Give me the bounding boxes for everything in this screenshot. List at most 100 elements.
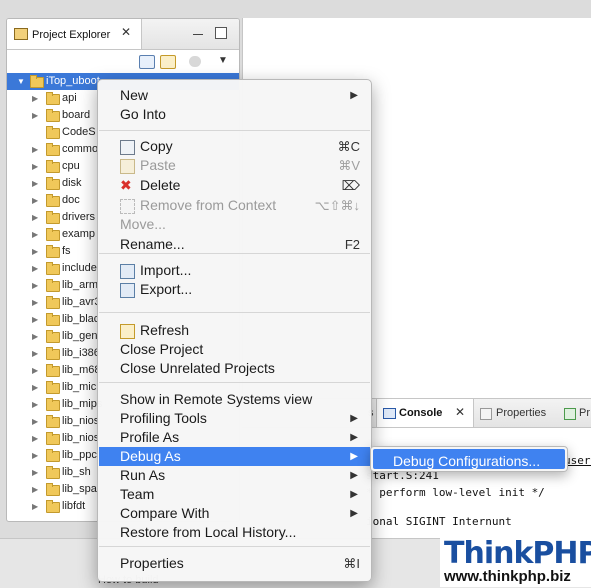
menu-item-label: Paste: [140, 157, 176, 173]
folder-icon: [46, 109, 60, 122]
menu-item-export[interactable]: Export...: [99, 280, 370, 299]
menu-item-label: Restore from Local History...: [120, 524, 297, 540]
tab-console[interactable]: Console ✕: [376, 399, 474, 427]
menu-item-compare-with[interactable]: Compare With ▶: [99, 504, 370, 523]
expand-arrow-icon[interactable]: ▶: [32, 294, 38, 311]
tab-project-explorer[interactable]: Project Explorer ✕: [7, 19, 142, 49]
expand-arrow-icon[interactable]: ▶: [32, 260, 38, 277]
menu-item-close-project[interactable]: Close Project: [99, 340, 370, 359]
tree-item-label: CodeS: [62, 126, 96, 138]
menu-item-restore-from-local-history[interactable]: Restore from Local History...: [99, 523, 370, 542]
menu-item-move[interactable]: Move...: [99, 215, 370, 234]
expand-arrow-icon[interactable]: ▶: [32, 481, 38, 498]
expand-arrow-icon[interactable]: ▶: [32, 90, 38, 107]
filter-icon[interactable]: [189, 56, 201, 67]
expand-arrow-icon[interactable]: ▶: [32, 447, 38, 464]
tree-item-label: api: [62, 92, 77, 104]
expand-arrow-icon[interactable]: ▶: [32, 209, 38, 226]
menu-item-label: Profile As: [120, 429, 180, 445]
close-icon[interactable]: ✕: [455, 405, 465, 419]
expand-arrow-icon[interactable]: ▶: [32, 430, 38, 447]
submenu-arrow-icon: ▶: [350, 508, 358, 519]
folder-icon: [46, 279, 60, 292]
folder-icon: [46, 483, 60, 496]
expand-arrow-icon[interactable]: ▶: [32, 175, 38, 192]
link-with-editor-icon[interactable]: [160, 55, 176, 69]
folder-icon: [46, 262, 60, 275]
menu-item-copy[interactable]: Copy ⌘C: [99, 137, 370, 156]
submenu-arrow-icon: ▶: [350, 432, 358, 443]
view-menu-icon[interactable]: ▼: [218, 55, 228, 66]
submenu-arrow-icon: ▶: [350, 489, 358, 500]
menu-item-debug-as[interactable]: Debug As ▶: [99, 447, 370, 466]
menu-item-label: Export...: [140, 281, 193, 297]
thinkphp-watermark: ThinkPHP www.thinkphp.biz: [440, 534, 591, 587]
expand-arrow-icon[interactable]: ▶: [32, 277, 38, 294]
console-icon: [383, 408, 396, 419]
menu-item-show-in-remote-systems-view[interactable]: Show in Remote Systems view: [99, 390, 370, 409]
submenu-arrow-icon: ▶: [350, 90, 358, 101]
tree-item-label: lib_gen: [62, 330, 98, 342]
tree-item-label: lib_nios: [62, 415, 100, 427]
expand-arrow-icon[interactable]: ▶: [32, 311, 38, 328]
menu-item-refresh[interactable]: Refresh: [99, 321, 370, 340]
expand-arrow-icon[interactable]: ▶: [32, 362, 38, 379]
expand-arrow-icon[interactable]: ▶: [32, 158, 38, 175]
folder-icon: [46, 466, 60, 479]
menu-item-import[interactable]: Import...: [99, 261, 370, 280]
expand-arrow-icon[interactable]: ▶: [32, 107, 38, 124]
menu-item-run-as[interactable]: Run As ▶: [99, 466, 370, 485]
folder-icon: [46, 415, 60, 428]
menu-item-delete[interactable]: ✖ Delete ⌦: [99, 176, 370, 195]
menu-item-profile-as[interactable]: Profile As ▶: [99, 428, 370, 447]
folder-icon: [46, 143, 60, 156]
expand-arrow-icon[interactable]: ▶: [32, 226, 38, 243]
tab-progress[interactable]: Pr: [579, 407, 590, 419]
expand-arrow-icon[interactable]: ▶: [32, 464, 38, 481]
tree-item-label: examp: [62, 228, 96, 240]
project-explorer-icon: [14, 28, 28, 40]
properties-icon: [480, 408, 492, 420]
menu-item-team[interactable]: Team ▶: [99, 485, 370, 504]
menu-item-remove-from-context[interactable]: Remove from Context ⌥⇧⌘↓: [99, 196, 370, 215]
menu-item-profiling-tools[interactable]: Profiling Tools ▶: [99, 409, 370, 428]
delete-icon: ✖: [120, 177, 132, 193]
expand-arrow-icon[interactable]: ▶: [32, 379, 38, 396]
folder-icon: [46, 211, 60, 224]
expand-arrow-icon[interactable]: ▶: [32, 243, 38, 260]
expand-arrow-icon[interactable]: ▶: [32, 345, 38, 362]
submenu-arrow-icon: ▶: [350, 470, 358, 481]
menu-item-go-into[interactable]: Go Into: [99, 105, 370, 124]
expand-arrow-icon[interactable]: ▶: [32, 141, 38, 158]
menu-item-properties[interactable]: Properties ⌘I: [99, 554, 370, 573]
folder-icon: [46, 398, 60, 411]
menu-item-debug-configurations[interactable]: Debug Configurations...: [373, 449, 565, 469]
menu-shortcut: ⌦: [341, 178, 360, 193]
minimize-icon[interactable]: [193, 34, 203, 36]
expand-arrow-icon[interactable]: ▶: [32, 396, 38, 413]
menu-item-label: Properties: [120, 555, 184, 571]
expand-arrow-icon[interactable]: ▼: [17, 73, 25, 90]
menu-item-label: Go Into: [120, 106, 166, 122]
tree-item-label: fs: [62, 245, 71, 257]
menu-separator: [99, 130, 370, 131]
brand-url: www.thinkphp.biz: [444, 568, 571, 585]
folder-icon: [46, 245, 60, 258]
menu-item-paste[interactable]: Paste ⌘V: [99, 156, 370, 175]
submenu-arrow-icon: ▶: [350, 413, 358, 424]
menu-item-rename[interactable]: Rename... F2: [99, 235, 370, 254]
maximize-icon[interactable]: [215, 27, 227, 39]
tree-item-label: lib_spa: [62, 483, 97, 495]
menu-item-new[interactable]: New ▶: [99, 86, 370, 105]
close-icon[interactable]: ✕: [121, 25, 131, 39]
collapse-all-icon[interactable]: [139, 55, 155, 69]
expand-arrow-icon[interactable]: ▶: [32, 498, 38, 515]
menu-item-close-unrelated-projects[interactable]: Close Unrelated Projects: [99, 359, 370, 378]
tab-properties[interactable]: Properties: [496, 407, 546, 419]
expand-arrow-icon[interactable]: ▶: [32, 328, 38, 345]
tree-item-label: libfdt: [62, 500, 86, 512]
expand-arrow-icon[interactable]: ▶: [32, 192, 38, 209]
paste-icon: [120, 159, 135, 174]
folder-icon: [46, 92, 60, 105]
expand-arrow-icon[interactable]: ▶: [32, 413, 38, 430]
